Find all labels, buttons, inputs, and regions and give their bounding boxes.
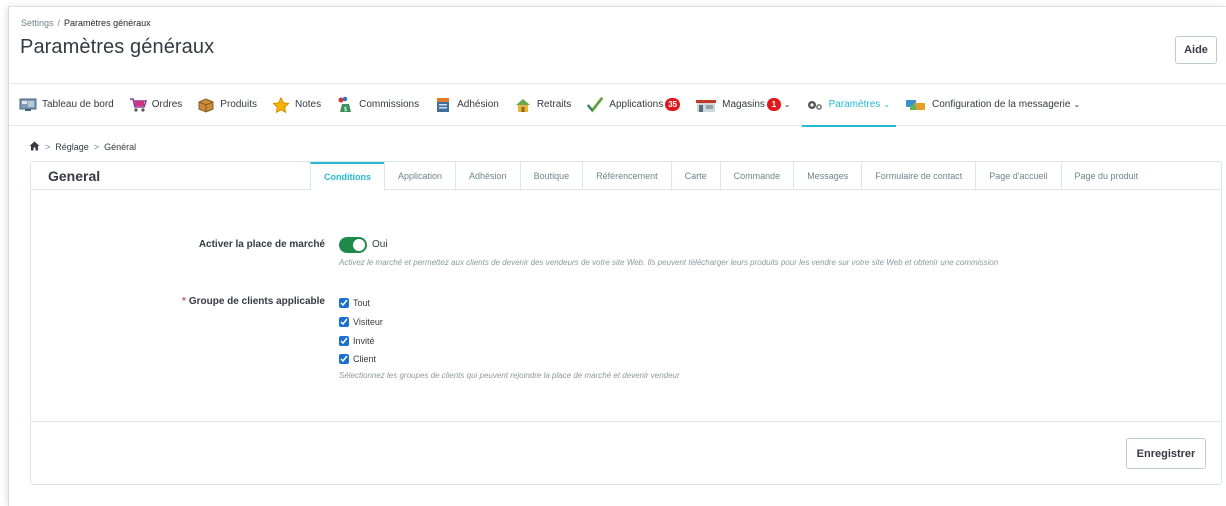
- nav-label: Produits: [220, 99, 257, 110]
- notification-badge: 1: [766, 98, 781, 111]
- checkbox-customer[interactable]: Client: [339, 354, 376, 364]
- nav-label: Notes: [294, 99, 322, 110]
- gears-icon: [806, 97, 824, 113]
- nav-label: Magasins: [722, 99, 765, 110]
- tab-product-page[interactable]: Page du produit: [1060, 162, 1152, 190]
- nav-label: Paramètres: [828, 99, 881, 110]
- breadcrumb-root[interactable]: Settings: [21, 18, 54, 28]
- chevron-down-icon: ⌄: [883, 100, 891, 109]
- messaging-icon: [905, 97, 927, 113]
- tab-application[interactable]: Application: [384, 162, 455, 190]
- nav-item-withdrawals[interactable]: Retraits: [514, 83, 571, 126]
- nav-label: Applications: [609, 99, 664, 110]
- help-button[interactable]: Aide: [1175, 36, 1217, 64]
- breadcrumb-separator: /: [57, 18, 61, 28]
- membership-icon: [434, 97, 452, 113]
- nav-label: Configuration de la messagerie: [932, 99, 1071, 110]
- nav-item-commissions[interactable]: $ Commissions: [336, 83, 419, 126]
- panel-title: General: [48, 168, 101, 184]
- customer-groups-label-text: Groupe de clients applicable: [188, 296, 325, 307]
- breadcrumb: Settings / Paramètres généraux: [21, 18, 151, 28]
- tab-home-page[interactable]: Page d'accueil: [975, 162, 1060, 190]
- customer-groups-label: * Groupe de clients applicable: [182, 296, 325, 307]
- top-navigation: Tableau de bord Ordres Produits Notes $ …: [9, 83, 1226, 127]
- checkbox-label: Invité: [353, 336, 375, 346]
- marketplace-label: Activer la place de marché: [198, 239, 325, 250]
- notification-badge: 35: [665, 98, 681, 111]
- checkbox-checked-icon: [339, 336, 349, 346]
- tab-bar: Conditions Application Adhésion Boutique…: [310, 162, 1151, 190]
- nav-item-applications[interactable]: Applications 35: [586, 83, 681, 126]
- sub-breadcrumb-item[interactable]: Réglage: [55, 142, 89, 152]
- checkbox-checked-icon: [339, 317, 349, 327]
- nav-item-orders[interactable]: Ordres: [129, 83, 183, 126]
- sub-breadcrumb-item: Général: [104, 142, 137, 152]
- money-bag-icon: $: [336, 96, 354, 113]
- nav-item-membership[interactable]: Adhésion: [434, 83, 499, 126]
- withdraw-icon: [514, 97, 532, 113]
- box-icon: [197, 97, 215, 113]
- svg-text:$: $: [344, 106, 348, 113]
- settings-panel: General Conditions Application Adhésion …: [30, 161, 1222, 485]
- breadcrumb-separator: >: [93, 142, 100, 152]
- store-icon: [695, 97, 717, 113]
- nav-label: Tableau de bord: [42, 99, 114, 110]
- breadcrumb-separator: >: [45, 142, 51, 152]
- page-frame: Settings / Paramètres généraux Paramètres …: [8, 6, 1226, 506]
- tab-conditions[interactable]: Conditions: [310, 162, 384, 190]
- nav-label: Ordres: [151, 99, 183, 110]
- panel-header: General Conditions Application Adhésion …: [31, 162, 1221, 190]
- marketplace-toggle[interactable]: [339, 237, 367, 253]
- nav-item-dashboard[interactable]: Tableau de bord: [19, 83, 114, 126]
- tab-contact-form[interactable]: Formulaire de contact: [861, 162, 975, 190]
- nav-label: Commissions: [359, 99, 420, 110]
- tab-seo[interactable]: Référencement: [582, 162, 671, 190]
- panel-footer: Enregistrer: [31, 421, 1221, 484]
- tab-shop[interactable]: Boutique: [519, 162, 583, 190]
- tab-membership[interactable]: Adhésion: [455, 162, 520, 190]
- dashboard-icon: [19, 97, 37, 113]
- nav-item-notes[interactable]: Notes: [272, 83, 321, 126]
- breadcrumb-current: Paramètres généraux: [64, 18, 151, 28]
- checkbox-label: Client: [353, 354, 377, 364]
- tab-map[interactable]: Carte: [670, 162, 720, 190]
- cart-icon: [129, 97, 147, 113]
- checkbox-all[interactable]: Tout: [339, 298, 370, 308]
- toggle-knob: [353, 239, 365, 251]
- nav-item-stores[interactable]: Magasins 1 ⌄: [695, 83, 791, 126]
- star-icon: [272, 96, 290, 113]
- checkbox-label: Visiteur: [353, 317, 383, 327]
- nav-item-products[interactable]: Produits: [197, 83, 257, 126]
- nav-label: Adhésion: [457, 99, 499, 110]
- chevron-down-icon: ⌄: [783, 100, 791, 109]
- tab-messages[interactable]: Messages: [793, 162, 861, 190]
- marketplace-help-text: Activez le marché et permettez aux clien…: [339, 258, 999, 267]
- page-title: Paramètres généraux: [20, 36, 215, 58]
- customer-groups-help-text: Sélectionnez les groupes de clients qui …: [339, 371, 680, 380]
- checkbox-visitor[interactable]: Visiteur: [339, 317, 383, 327]
- chevron-down-icon: ⌄: [1073, 100, 1081, 109]
- nav-item-settings[interactable]: Paramètres ⌄: [801, 83, 897, 127]
- nav-label: Retraits: [536, 99, 572, 110]
- sub-breadcrumb: > Réglage > Général: [29, 141, 136, 153]
- home-icon[interactable]: [29, 141, 40, 153]
- checkbox-checked-icon: [339, 298, 349, 308]
- checkbox-checked-icon: [339, 354, 349, 364]
- save-button[interactable]: Enregistrer: [1126, 438, 1206, 469]
- checkbox-guest[interactable]: Invité: [339, 336, 375, 346]
- check-icon: [586, 96, 604, 113]
- tab-order[interactable]: Commande: [719, 162, 794, 190]
- toggle-state-label: Oui: [372, 239, 388, 250]
- nav-item-messaging-config[interactable]: Configuration de la messagerie ⌄: [905, 83, 1080, 126]
- required-mark: *: [181, 296, 186, 307]
- checkbox-label: Tout: [353, 298, 371, 308]
